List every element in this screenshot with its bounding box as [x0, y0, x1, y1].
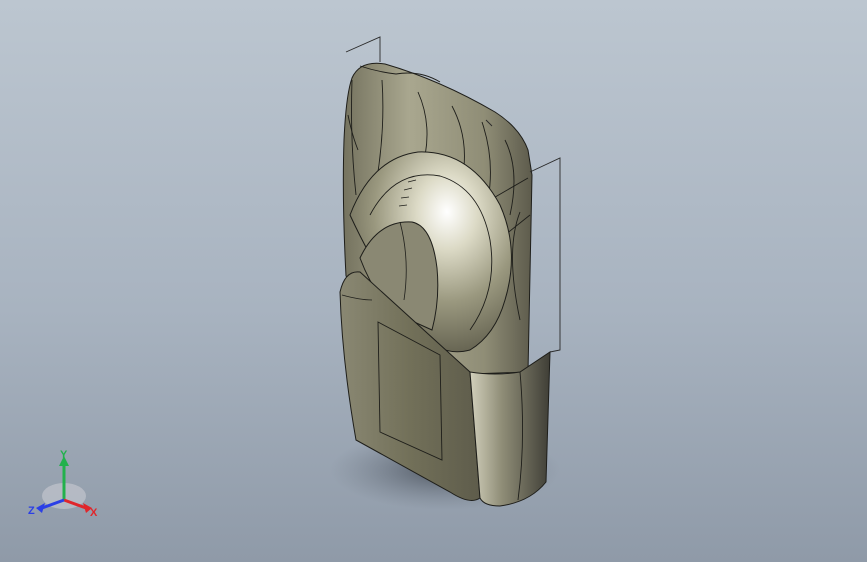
coordinate-triad: Y X Z	[26, 448, 102, 522]
model-viewport[interactable]	[0, 0, 867, 562]
part-side-face[interactable]	[469, 351, 551, 507]
z-axis-label: Z	[28, 505, 35, 517]
x-axis-label: X	[90, 507, 98, 519]
cad-part[interactable]	[339, 36, 561, 507]
y-axis-label: Y	[60, 449, 68, 461]
